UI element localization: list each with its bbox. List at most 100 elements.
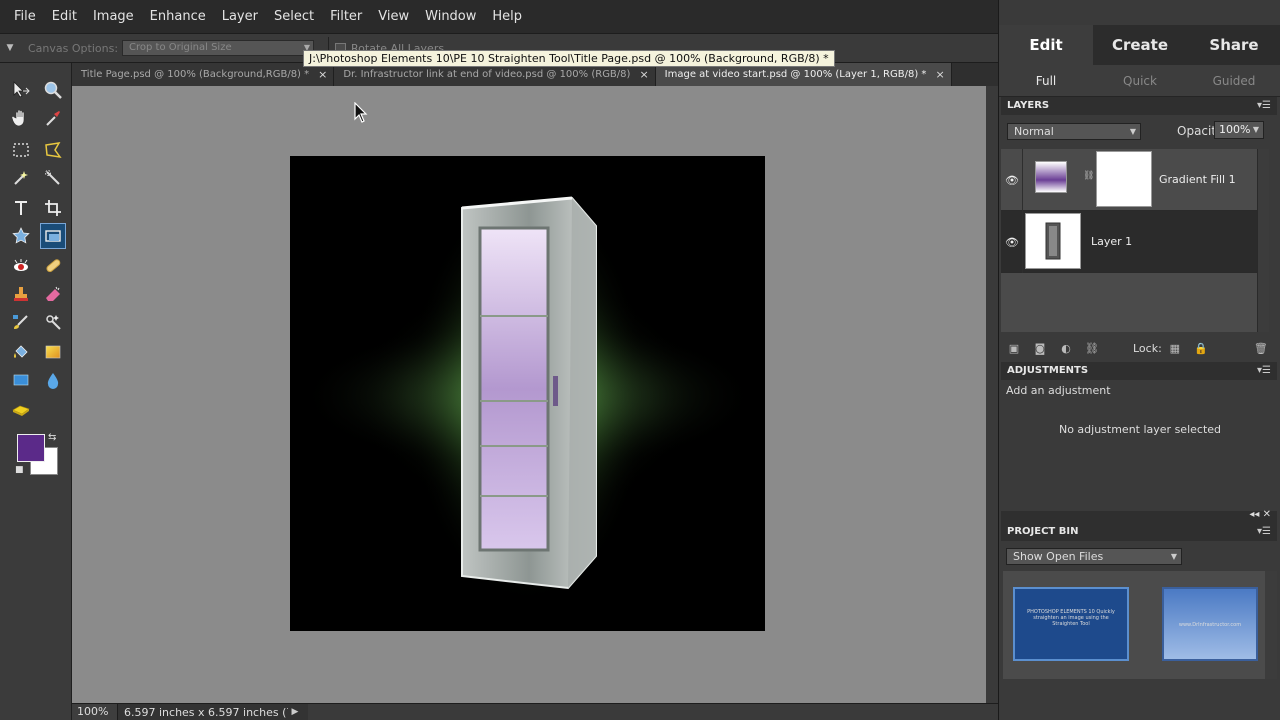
layer-row-layer-1[interactable]: 👁 Layer 1 [1001, 211, 1257, 273]
blur-tool-icon[interactable] [40, 367, 66, 393]
lock-all-icon[interactable]: 🔒 [1188, 342, 1214, 355]
marquee-tool-icon[interactable] [8, 137, 34, 163]
eye-icon[interactable]: 👁 [1005, 174, 1019, 187]
close-icon[interactable]: × [935, 68, 944, 81]
layer-thumbnail [1025, 213, 1081, 269]
menu-view[interactable]: View [370, 0, 417, 33]
swap-colors-icon[interactable]: ⇆ [48, 432, 56, 443]
toolbox: ⇆ ■ [0, 63, 72, 720]
layers-panel-title: LAYERS [1007, 100, 1050, 111]
menu-enhance[interactable]: Enhance [142, 0, 214, 33]
blend-mode-value: Normal [1014, 125, 1054, 138]
type-tool-icon[interactable] [8, 195, 34, 221]
document-dimensions: 6.597 inches x 6.597 inches (7... [124, 705, 288, 719]
doc-tab-label: Title Page.psd @ 100% (Background,RGB/8)… [81, 69, 310, 80]
canvas-horizontal-scrollbar[interactable] [308, 704, 998, 720]
tab-share[interactable]: Share [1187, 25, 1280, 65]
panel-menu-icon[interactable]: ▾☰ [1257, 362, 1271, 380]
layer-list-scrollbar[interactable] [1257, 149, 1269, 332]
server-rack-icon [1045, 222, 1061, 260]
straighten-tool-icon[interactable] [40, 223, 66, 249]
canvas-options-label: Canvas Options: [28, 41, 119, 55]
eraser-tool-icon[interactable] [40, 281, 66, 307]
menu-window[interactable]: Window [417, 0, 484, 33]
bin-thumb-dr-infrastructor[interactable]: www.DrInfrastructor.com [1162, 587, 1258, 661]
collapse-close-icons[interactable]: ◂◂ ✕ [1249, 509, 1271, 520]
add-mask-icon[interactable]: ◙ [1027, 342, 1053, 355]
gradient-tool-icon[interactable] [40, 339, 66, 365]
eyedropper-tool-icon[interactable] [40, 105, 66, 131]
smart-brush-tool-icon[interactable] [40, 309, 66, 335]
canvas-vertical-scrollbar[interactable] [986, 86, 998, 703]
opacity-field[interactable]: 100% ▼ [1214, 121, 1264, 139]
close-icon[interactable]: × [639, 68, 648, 81]
clone-stamp-tool-icon[interactable] [8, 281, 34, 307]
canvas-area[interactable] [72, 86, 986, 703]
server-rack-image [461, 196, 597, 590]
brush-tool-icon[interactable] [8, 309, 34, 335]
menu-select[interactable]: Select [266, 0, 322, 33]
tab-guided[interactable]: Guided [1187, 65, 1280, 96]
eye-icon[interactable]: 👁 [1005, 236, 1019, 249]
menu-filter[interactable]: Filter [322, 0, 370, 33]
canvas-options-select[interactable]: Crop to Original Size ▼ [122, 40, 315, 56]
tab-full[interactable]: Full [999, 65, 1093, 96]
cookie-cutter-tool-icon[interactable] [8, 223, 34, 249]
add-adjustment-label: Add an adjustment [1006, 384, 1111, 397]
options-menu-arrow-icon[interactable]: ▼ [0, 43, 20, 53]
bin-collapse-bar: ◂◂ ✕ [1001, 509, 1277, 523]
paint-bucket-tool-icon[interactable] [8, 339, 34, 365]
hand-tool-icon[interactable] [8, 105, 34, 131]
close-icon[interactable]: × [318, 68, 327, 81]
magic-wand-tool-icon[interactable] [8, 165, 34, 191]
bin-filter-select[interactable]: Show Open Files ▼ [1006, 548, 1182, 565]
shape-tool-icon[interactable] [8, 367, 34, 393]
layer-mask-thumbnail [1096, 151, 1152, 207]
zoom-level[interactable]: 100% [72, 704, 118, 720]
trash-icon[interactable]: 🗑 [1248, 342, 1274, 355]
mouse-cursor-icon [354, 102, 368, 123]
menu-help[interactable]: Help [484, 0, 530, 33]
foreground-color-swatch[interactable] [17, 434, 45, 462]
default-colors-icon[interactable]: ■ [15, 465, 24, 475]
crop-tool-icon[interactable] [40, 195, 66, 221]
tab-edit[interactable]: Edit [999, 25, 1093, 65]
blend-mode-select[interactable]: Normal ▼ [1007, 123, 1141, 140]
menu-bar: File Edit Image Enhance Layer Select Fil… [0, 0, 998, 33]
layers-panel: LAYERS ▾☰ Normal ▼ Opacity: 100% ▼ 👁 ⛓ G… [999, 97, 1280, 362]
tab-create[interactable]: Create [1093, 25, 1187, 65]
move-tool-icon[interactable] [8, 77, 34, 103]
adjustment-layer-icon[interactable]: ◐ [1053, 342, 1079, 355]
menu-edit[interactable]: Edit [44, 0, 85, 33]
chevron-down-icon: ▼ [1129, 127, 1136, 136]
zoom-tool-icon[interactable] [40, 77, 66, 103]
document-canvas[interactable] [290, 156, 765, 631]
new-layer-icon[interactable]: ▣ [1001, 342, 1027, 355]
layers-panel-header: LAYERS ▾☰ [1001, 97, 1277, 115]
red-eye-tool-icon[interactable] [8, 253, 34, 279]
tab-quick[interactable]: Quick [1093, 65, 1187, 96]
panel-menu-icon[interactable]: ▾☰ [1257, 97, 1271, 115]
bin-thumb-title-page[interactable]: PHOTOSHOP ELEMENTS 10 Quickly straighten… [1013, 587, 1129, 661]
mode-tabs: Edit Create Share [999, 25, 1280, 65]
panel-menu-icon[interactable]: ▾☰ [1257, 523, 1271, 541]
menu-image[interactable]: Image [85, 0, 142, 33]
status-menu-arrow-icon[interactable]: ▶ [288, 707, 302, 717]
bin-thumb-caption: PHOTOSHOP ELEMENTS 10 Quickly straighten… [1027, 609, 1115, 627]
menu-layer[interactable]: Layer [214, 0, 266, 33]
bin-filter-value: Show Open Files [1013, 550, 1104, 563]
project-bin-scrollbar[interactable] [1265, 571, 1277, 679]
doc-tab-label: Image at video start.psd @ 100% (Layer 1… [664, 69, 927, 80]
quick-selection-tool-icon[interactable] [40, 165, 66, 191]
lasso-tool-icon[interactable] [40, 137, 66, 163]
menu-file[interactable]: File [6, 0, 44, 33]
link-layers-icon[interactable]: ⛓ [1079, 342, 1105, 355]
sponge-tool-icon[interactable] [8, 397, 34, 423]
layers-footer: ▣ ◙ ◐ ⛓ Lock: ▦ 🔒 🗑 [1001, 337, 1277, 359]
bin-thumb-caption: www.DrInfrastructor.com [1178, 622, 1242, 628]
spot-healing-tool-icon[interactable] [40, 253, 66, 279]
layer-row-gradient-fill[interactable]: 👁 ⛓ Gradient Fill 1 [1001, 149, 1257, 211]
lock-transparency-icon[interactable]: ▦ [1162, 342, 1188, 355]
doc-tab-title-page[interactable]: Title Page.psd @ 100% (Background,RGB/8)… [72, 63, 335, 86]
doc-tab-label: Dr. Infrastructor link at end of video.p… [343, 69, 631, 80]
